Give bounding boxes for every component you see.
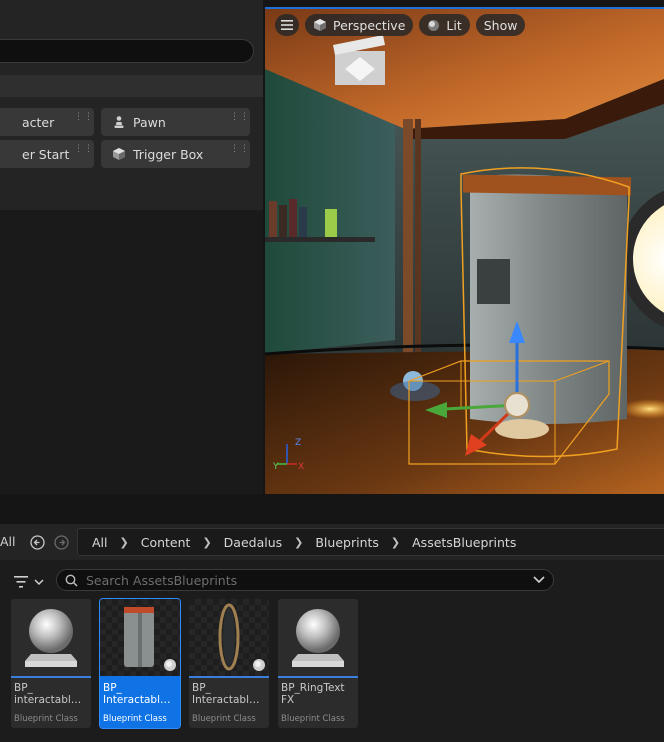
- asset-type: Blueprint Class: [192, 714, 256, 724]
- asset-search-input[interactable]: Search AssetsBlueprints: [56, 569, 554, 591]
- actor-item-label: Pawn: [133, 114, 166, 130]
- drag-handle-icon[interactable]: ⋮⋮: [230, 145, 249, 161]
- asset-tile[interactable]: BP_ Interactabl… Blueprint Class: [189, 599, 269, 728]
- asset-type-bar: [278, 676, 358, 678]
- level-viewport[interactable]: Z Y X Perspective Lit Show: [265, 7, 664, 494]
- asset-tile[interactable]: BP_RingText FX Blueprint Class: [278, 599, 358, 728]
- sphere-thumbnail-icon: [278, 599, 358, 676]
- asset-type-bar: [189, 676, 269, 678]
- drag-handle-icon[interactable]: ⋮⋮: [74, 145, 93, 161]
- breadcrumb-item[interactable]: AssetsBlueprints: [412, 535, 516, 550]
- asset-type: Blueprint Class: [281, 714, 345, 724]
- sphere-thumbnail-icon: [11, 599, 91, 676]
- place-actors-search-input[interactable]: [0, 39, 254, 63]
- axis-y-label: Y: [272, 462, 279, 472]
- axis-x-label: X: [298, 462, 304, 472]
- breadcrumb-item[interactable]: Content: [141, 535, 191, 550]
- show-button[interactable]: Show: [475, 14, 526, 36]
- trigger-box-icon: [111, 146, 127, 162]
- chevron-right-icon[interactable]: ❯: [120, 536, 129, 549]
- actor-item-label: acter: [22, 114, 55, 130]
- asset-tile[interactable]: BP_ interactabl… Blueprint Class: [11, 599, 91, 728]
- actor-item-trigger-box[interactable]: Trigger Box ⋮⋮: [101, 140, 250, 168]
- actor-item-character[interactable]: acter ⋮⋮: [0, 108, 94, 136]
- ring-thumbnail-icon: [189, 599, 269, 676]
- perspective-label: Perspective: [333, 17, 406, 33]
- chevron-right-icon[interactable]: ❯: [202, 536, 211, 549]
- lit-button[interactable]: Lit: [419, 14, 470, 36]
- asset-tile-selected[interactable]: BP_ Interactabl… Blueprint Class: [99, 598, 181, 729]
- content-browser: All All ❯ Content ❯ Daedalus ❯ Blueprint…: [0, 524, 664, 742]
- panel-divider: [0, 494, 664, 524]
- forward-arrow-icon[interactable]: [54, 535, 69, 554]
- cube-icon: [314, 19, 326, 31]
- asset-type-bar: [100, 676, 180, 678]
- asset-name: BP_ interactabl…: [14, 682, 82, 706]
- actor-item-label: Trigger Box: [133, 146, 204, 162]
- asset-type: Blueprint Class: [103, 714, 167, 724]
- hamburger-icon: [281, 20, 293, 30]
- asset-type-bar: [11, 676, 91, 678]
- all-tab[interactable]: All: [0, 534, 16, 549]
- content-browser-nav-bar: All All ❯ Content ❯ Daedalus ❯ Blueprint…: [0, 524, 664, 560]
- show-label: Show: [483, 17, 518, 33]
- section-header: [0, 75, 263, 97]
- back-arrow-icon[interactable]: [30, 535, 45, 554]
- asset-type: Blueprint Class: [14, 714, 78, 724]
- chevron-right-icon[interactable]: ❯: [294, 536, 303, 549]
- editor-window: acter ⋮⋮ Pawn ⋮⋮ er Start ⋮⋮ Trigger Box: [0, 0, 664, 742]
- drag-handle-icon[interactable]: ⋮⋮: [230, 113, 249, 129]
- scene-render[interactable]: Z Y X: [265, 9, 664, 494]
- pawn-icon: [111, 114, 127, 130]
- pillar-thumbnail-icon: [100, 599, 180, 676]
- actor-item-pawn[interactable]: Pawn ⋮⋮: [101, 108, 250, 136]
- search-placeholder: Search AssetsBlueprints: [86, 572, 238, 588]
- viewport-menu-button[interactable]: [275, 14, 299, 36]
- place-actors-content: acter ⋮⋮ Pawn ⋮⋮ er Start ⋮⋮ Trigger Box: [0, 0, 263, 210]
- viewport-toolbar: Perspective Lit Show: [275, 14, 526, 38]
- breadcrumb-item[interactable]: All: [92, 535, 108, 550]
- chevron-right-icon[interactable]: ❯: [391, 536, 400, 549]
- lit-label: Lit: [446, 17, 462, 33]
- search-icon: [65, 574, 78, 587]
- asset-name: BP_ Interactabl…: [103, 682, 171, 706]
- breadcrumb-item[interactable]: Blueprints: [315, 535, 379, 550]
- filter-row: Search AssetsBlueprints: [0, 566, 664, 596]
- perspective-button[interactable]: Perspective: [305, 14, 414, 36]
- axis-z-label: Z: [295, 438, 301, 448]
- chevron-down-icon: [533, 576, 545, 584]
- lit-sphere-icon: [428, 19, 440, 31]
- actor-item-label: er Start: [22, 146, 70, 162]
- asset-name: BP_ Interactabl…: [192, 682, 260, 706]
- asset-name: BP_RingText FX: [281, 682, 345, 706]
- place-actors-panel: acter ⋮⋮ Pawn ⋮⋮ er Start ⋮⋮ Trigger Box: [0, 0, 263, 494]
- actor-item-player-start[interactable]: er Start ⋮⋮: [0, 140, 94, 168]
- filter-icon[interactable]: [14, 574, 44, 593]
- breadcrumb-item[interactable]: Daedalus: [224, 535, 282, 550]
- breadcrumb: All ❯ Content ❯ Daedalus ❯ Blueprints ❯ …: [77, 528, 664, 556]
- drag-handle-icon[interactable]: ⋮⋮: [74, 113, 93, 129]
